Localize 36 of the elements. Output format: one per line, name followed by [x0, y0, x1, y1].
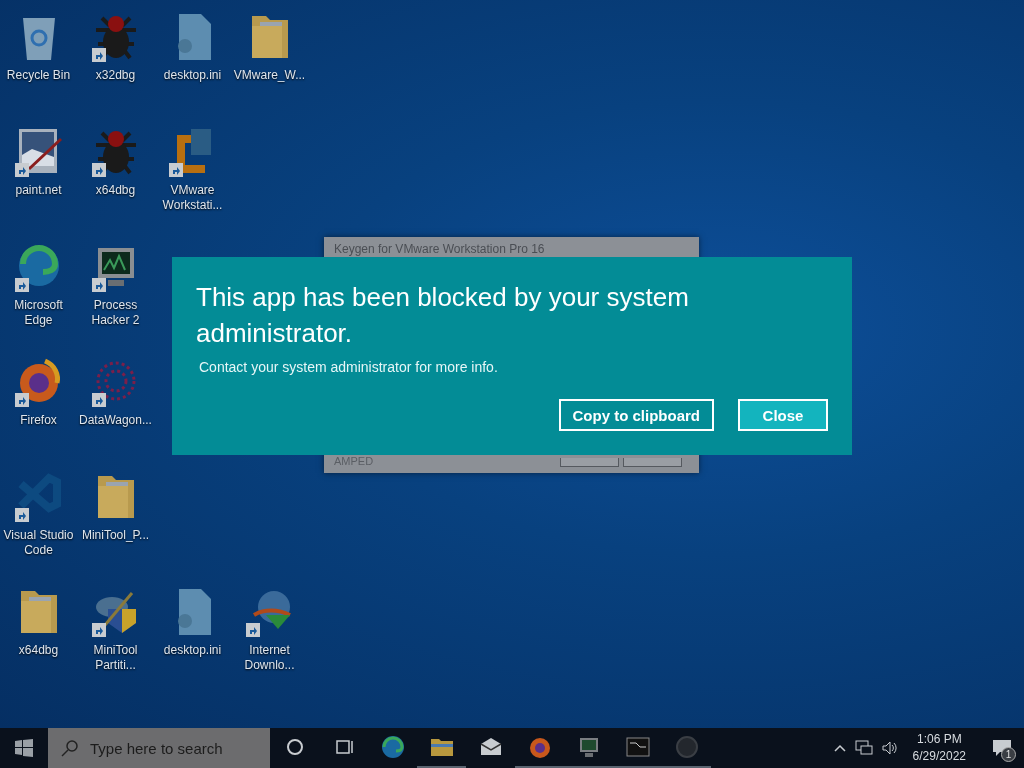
edge-icon[interactable] — [380, 735, 405, 759]
time-text: 1:06 PM — [916, 731, 962, 748]
desktop-icon-label[interactable]: x32dbg — [77, 68, 154, 83]
volume-icon[interactable] — [880, 740, 899, 756]
desktop-icon-label[interactable]: desktop.ini — [154, 643, 231, 658]
notifications-button[interactable]: 1 — [980, 728, 1024, 768]
desktop-icon-label[interactable]: DataWagon... — [77, 413, 154, 428]
dialog-title: This app has been blocked by your system administrator. — [196, 281, 690, 350]
desktop-icon-label[interactable]: Process Hacker 2 — [77, 298, 154, 328]
search-field[interactable]: Type here to search — [48, 728, 270, 768]
notification-count: 1 — [1001, 747, 1016, 762]
clock[interactable]: 1:06 PM 6/29/2022 — [906, 731, 972, 765]
desktop-icon-label[interactable]: x64dbg — [0, 643, 77, 658]
dialog-message: Contact your system administrator for more info. — [199, 359, 499, 375]
window-button[interactable] — [560, 458, 619, 467]
desktop-icon-label[interactable]: VMware Workstati... — [154, 183, 231, 213]
desktop-icon-label[interactable]: paint.net — [0, 183, 77, 198]
dialog-button[interactable]: Copy to clipboard — [558, 399, 714, 431]
firefox-icon[interactable] — [527, 735, 552, 759]
desktop-icon-label[interactable]: Visual Studio Code — [0, 528, 77, 558]
desktop-icon-label[interactable]: x64dbg — [77, 183, 154, 198]
desktop-icon-label[interactable]: Microsoft Edge — [0, 298, 77, 328]
terminal-icon[interactable] — [625, 735, 650, 759]
desktop-icon-label[interactable]: Firefox — [0, 413, 77, 428]
window-title: Keygen for VMware Workstation Pro 16 — [333, 241, 546, 258]
window-button[interactable] — [623, 458, 682, 467]
windows-logo-icon — [15, 739, 33, 757]
desktop-icon-label[interactable]: Internet Downlo... — [231, 643, 308, 673]
date-text: 6/29/2022 — [912, 748, 966, 765]
desktop-icon-label[interactable]: desktop.ini — [154, 68, 231, 83]
network-icon[interactable] — [854, 740, 873, 756]
desktop-icon-label[interactable]: VMware_W... — [231, 68, 308, 83]
search-icon — [60, 738, 80, 758]
desktop-icon-label[interactable]: MiniTool Partiti... — [77, 643, 154, 673]
desktop-icon-label[interactable]: MiniTool_P... — [77, 528, 154, 543]
desktop-icon-label[interactable]: Recycle Bin — [0, 68, 77, 83]
